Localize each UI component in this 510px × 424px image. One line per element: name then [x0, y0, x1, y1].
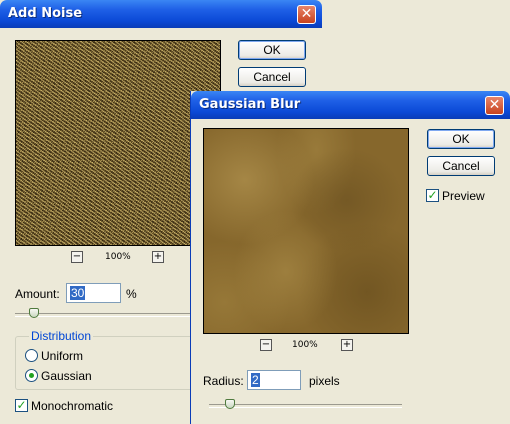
gaussian-blur-title: Gaussian Blur	[199, 97, 301, 112]
uniform-label[interactable]: Uniform	[41, 349, 83, 363]
monochromatic-checkbox[interactable]: ✓	[15, 399, 28, 412]
amount-input[interactable]: 30	[66, 283, 121, 303]
radius-unit: pixels	[309, 374, 340, 388]
radius-slider-track[interactable]	[209, 404, 402, 408]
ok-button[interactable]: OK	[238, 40, 306, 60]
distribution-legend: Distribution	[29, 329, 94, 343]
radius-label: Radius:	[203, 374, 244, 388]
zoom-level: 100%	[105, 252, 131, 262]
amount-slider-track[interactable]	[15, 313, 190, 317]
zoom-in-button[interactable]: +	[152, 251, 164, 263]
amount-label: Amount:	[15, 287, 60, 301]
monochromatic-label[interactable]: Monochromatic	[31, 399, 113, 413]
blur-ok-button[interactable]: OK	[427, 129, 495, 149]
blur-zoom-level: 100%	[292, 340, 318, 350]
gaussian-label[interactable]: Gaussian	[41, 369, 92, 383]
gaussian-radio[interactable]	[25, 369, 38, 382]
gaussian-blur-dialog: Gaussian Blur ✕ − 100% + OK Cancel ✓ Pre…	[190, 91, 510, 424]
add-noise-close-icon[interactable]: ✕	[297, 5, 316, 24]
radius-value: 2	[251, 373, 260, 387]
radius-slider-thumb[interactable]	[225, 399, 235, 409]
amount-slider-thumb[interactable]	[29, 308, 39, 318]
zoom-out-button[interactable]: −	[71, 251, 83, 263]
preview-label[interactable]: Preview	[442, 189, 485, 203]
add-noise-title: Add Noise	[8, 6, 83, 21]
gaussian-blur-close-icon[interactable]: ✕	[485, 96, 504, 115]
cancel-button[interactable]: Cancel	[238, 67, 306, 87]
radius-input[interactable]: 2	[247, 370, 301, 390]
gaussian-radio-dot	[29, 373, 34, 378]
amount-unit: %	[126, 287, 137, 301]
blur-zoom-out-button[interactable]: −	[260, 339, 272, 351]
uniform-radio[interactable]	[25, 349, 38, 362]
gaussian-blur-preview[interactable]	[203, 128, 409, 334]
preview-checkbox[interactable]: ✓	[426, 189, 439, 202]
blur-zoom-in-button[interactable]: +	[341, 339, 353, 351]
add-noise-titlebar[interactable]: Add Noise ✕	[0, 0, 322, 28]
blur-cancel-button[interactable]: Cancel	[427, 156, 495, 176]
gaussian-blur-titlebar[interactable]: Gaussian Blur ✕	[191, 91, 510, 119]
amount-value: 30	[70, 286, 86, 300]
